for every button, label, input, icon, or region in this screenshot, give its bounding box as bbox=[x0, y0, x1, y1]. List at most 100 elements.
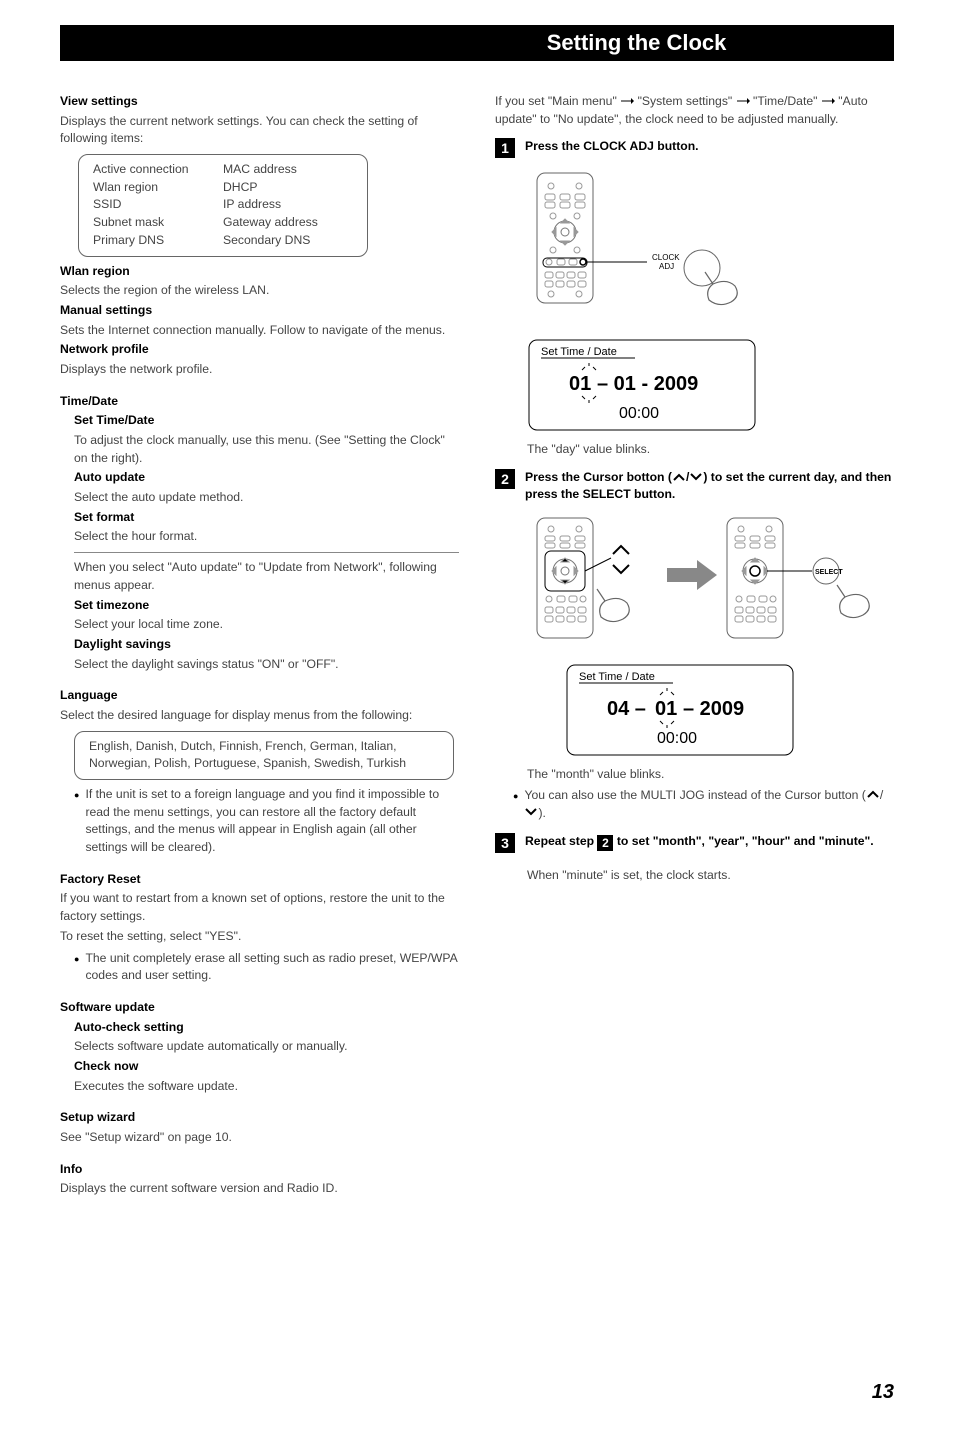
lcd-rest: – 01 - 2009 bbox=[597, 373, 698, 395]
step-2-note: The "month" value blinks. bbox=[527, 766, 894, 784]
right-column: If you set "Main menu" "System settings"… bbox=[495, 93, 894, 1200]
step-2-text: Press the Cursor botton (/) to set the c… bbox=[525, 469, 894, 502]
lcd-time: 00:00 bbox=[657, 730, 697, 747]
time-date-heading: Time/Date bbox=[60, 393, 459, 411]
lcd-month: 01 bbox=[655, 698, 677, 720]
auto-update-text: Select the auto update method. bbox=[74, 489, 459, 507]
step-number-1: 1 bbox=[495, 138, 515, 158]
vs-item: Subnet mask bbox=[93, 214, 223, 232]
page: Setting the Clock View settings Displays… bbox=[0, 0, 954, 1431]
view-settings-col-right: MAC address DHCP IP address Gateway addr… bbox=[223, 161, 353, 249]
divider bbox=[74, 552, 459, 553]
vs-item: MAC address bbox=[223, 161, 353, 179]
lcd-after: – 2009 bbox=[683, 698, 744, 720]
factory-reset-bullet: The unit completely erase all setting su… bbox=[74, 950, 459, 985]
wlan-region-heading: Wlan region bbox=[60, 263, 459, 281]
vs-item: Active connection bbox=[93, 161, 223, 179]
chevron-up-icon bbox=[672, 470, 686, 486]
network-profile-text: Displays the network profile. bbox=[60, 361, 459, 379]
vs-item: Wlan region bbox=[93, 179, 223, 197]
view-settings-box: Active connection Wlan region SSID Subne… bbox=[78, 154, 368, 256]
vs-item: Gateway address bbox=[223, 214, 353, 232]
arrow-icon bbox=[736, 93, 750, 111]
header-gap bbox=[60, 25, 519, 61]
auto-update-heading: Auto update bbox=[74, 469, 459, 487]
arrow-icon bbox=[821, 93, 835, 111]
auto-check-text: Selects software update automatically or… bbox=[74, 1038, 459, 1056]
vs-item: Primary DNS bbox=[93, 232, 223, 250]
figure-lcd-1: Set Time / Date 01 – 01 - 2009 00:00 bbox=[527, 338, 894, 433]
set-time-date-text: To adjust the clock manually, use this m… bbox=[74, 432, 459, 467]
vs-item: IP address bbox=[223, 196, 353, 214]
set-timezone-text: Select your local time zone. bbox=[74, 616, 459, 634]
lcd-before: 04 – bbox=[607, 698, 646, 720]
daylight-text: Select the daylight savings status "ON" … bbox=[74, 656, 459, 674]
step-number-3: 3 bbox=[495, 833, 515, 853]
step-3: 3 Repeat step 2 to set "month", "year", … bbox=[495, 833, 894, 853]
view-settings-heading: View settings bbox=[60, 93, 459, 111]
factory-reset-bullet-text: The unit completely erase all setting su… bbox=[85, 950, 459, 985]
lcd-title: Set Time / Date bbox=[579, 671, 655, 683]
chevron-down-icon bbox=[689, 470, 703, 486]
setup-wizard-heading: Setup wizard bbox=[60, 1109, 459, 1127]
step-number-2: 2 bbox=[495, 469, 515, 489]
figure-lcd-2: Set Time / Date 04 – 01 – 2009 00:00 bbox=[565, 663, 894, 758]
vs-item: SSID bbox=[93, 196, 223, 214]
software-update-heading: Software update bbox=[60, 999, 459, 1017]
network-profile-heading: Network profile bbox=[60, 341, 459, 359]
factory-reset-p1: If you want to restart from a known set … bbox=[60, 890, 459, 925]
content-columns: View settings Displays the current netwo… bbox=[60, 93, 894, 1200]
arrow-right-icon bbox=[667, 560, 717, 590]
figure-remote-cursor-select: SELECT bbox=[527, 513, 894, 653]
step-1: 1 Press the CLOCK ADJ button. bbox=[495, 138, 894, 158]
svg-text:SELECT: SELECT bbox=[815, 569, 843, 576]
clock-adj-label: CLOCK bbox=[652, 253, 680, 262]
lcd-title: Set Time / Date bbox=[541, 346, 617, 358]
step-2: 2 Press the Cursor botton (/) to set the… bbox=[495, 469, 894, 502]
daylight-heading: Daylight savings bbox=[74, 636, 459, 654]
set-format-text: Select the hour format. bbox=[74, 528, 459, 546]
left-column: View settings Displays the current netwo… bbox=[60, 93, 459, 1200]
lcd-time: 00:00 bbox=[619, 405, 659, 422]
language-list: English, Danish, Dutch, Finnish, French,… bbox=[89, 738, 439, 773]
header-bar: Setting the Clock bbox=[60, 25, 894, 61]
view-settings-text: Displays the current network settings. Y… bbox=[60, 113, 459, 148]
manual-settings-heading: Manual settings bbox=[60, 302, 459, 320]
info-text: Displays the current software version an… bbox=[60, 1180, 459, 1198]
step-1-note: The "day" value blinks. bbox=[527, 441, 894, 459]
info-heading: Info bbox=[60, 1161, 459, 1179]
arrow-icon bbox=[620, 93, 634, 111]
check-now-text: Executes the software update. bbox=[74, 1078, 459, 1096]
factory-reset-p2: To reset the setting, select "YES". bbox=[60, 928, 459, 946]
language-bullet-text: If the unit is set to a foreign language… bbox=[85, 786, 459, 857]
step-2-bullet-text: You can also use the MULTI JOG instead o… bbox=[524, 787, 894, 823]
language-bullet: If the unit is set to a foreign language… bbox=[74, 786, 459, 857]
step-2-bullet: You can also use the MULTI JOG instead o… bbox=[513, 787, 894, 823]
step-3-note: When "minute" is set, the clock starts. bbox=[527, 867, 894, 885]
view-settings-col-left: Active connection Wlan region SSID Subne… bbox=[93, 161, 223, 249]
vs-item: Secondary DNS bbox=[223, 232, 353, 250]
factory-reset-heading: Factory Reset bbox=[60, 871, 459, 889]
check-now-heading: Check now bbox=[74, 1058, 459, 1076]
setup-wizard-text: See "Setup wizard" on page 10. bbox=[60, 1129, 459, 1147]
chevron-up-icon bbox=[866, 787, 880, 805]
language-heading: Language bbox=[60, 687, 459, 705]
page-number: 13 bbox=[872, 1378, 894, 1407]
chevron-down-icon bbox=[524, 805, 538, 823]
set-format-heading: Set format bbox=[74, 509, 459, 527]
remote-illustration: CLOCK ADJ bbox=[527, 168, 787, 328]
bullet-icon bbox=[74, 786, 79, 857]
step-3-text: Repeat step 2 to set "month", "year", "h… bbox=[525, 833, 874, 853]
chapter-title: Setting the Clock bbox=[519, 25, 894, 61]
wlan-region-text: Selects the region of the wireless LAN. bbox=[60, 282, 459, 300]
set-time-date-heading: Set Time/Date bbox=[74, 412, 459, 430]
vs-item: DHCP bbox=[223, 179, 353, 197]
right-intro: If you set "Main menu" "System settings"… bbox=[495, 93, 894, 128]
set-timezone-heading: Set timezone bbox=[74, 597, 459, 615]
svg-text:ADJ: ADJ bbox=[659, 262, 674, 271]
time-date-note: When you select "Auto update" to "Update… bbox=[74, 559, 459, 594]
language-box: English, Danish, Dutch, Finnish, French,… bbox=[74, 731, 454, 780]
bullet-icon bbox=[74, 950, 79, 985]
language-text: Select the desired language for display … bbox=[60, 707, 459, 725]
manual-settings-text: Sets the Internet connection manually. F… bbox=[60, 322, 459, 340]
